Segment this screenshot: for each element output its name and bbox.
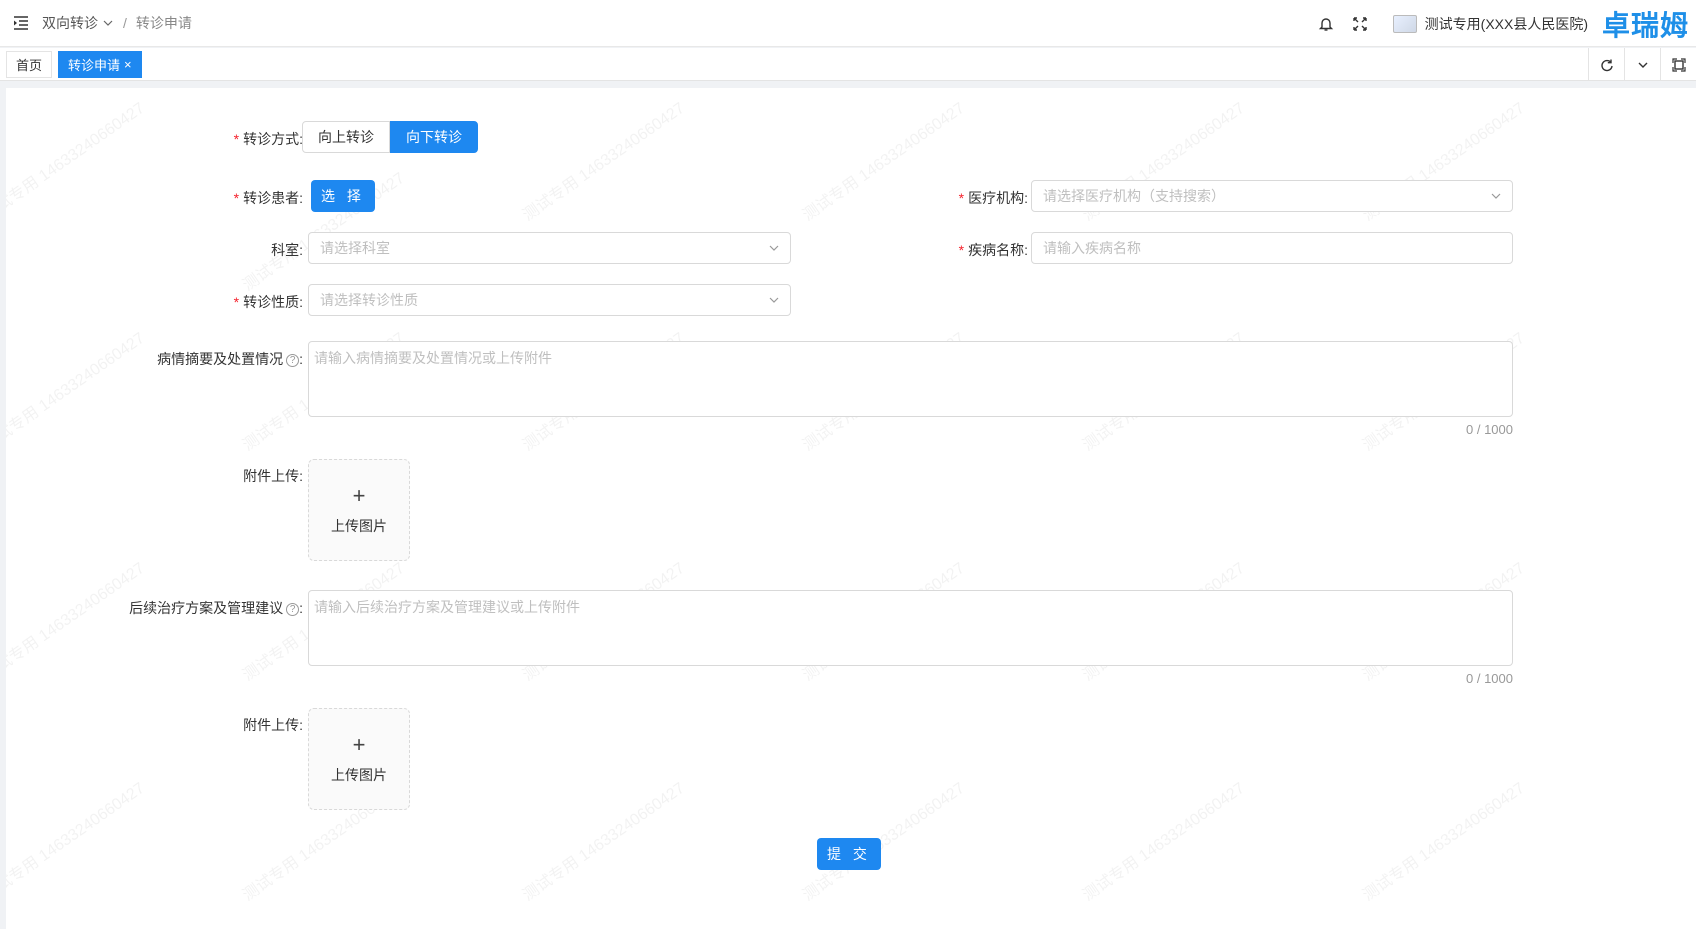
required-mark: * bbox=[958, 190, 965, 206]
nature-label: * 转诊性质: bbox=[234, 292, 303, 312]
attachment-label: 附件上传: bbox=[243, 717, 303, 733]
plan-label-colon: : bbox=[299, 600, 303, 616]
breadcrumb-separator: / bbox=[123, 15, 127, 31]
hospital-avatar[interactable] bbox=[1392, 14, 1417, 33]
transfer-mode-radio-group: 向上转诊 向下转诊 bbox=[302, 121, 478, 153]
tab-home[interactable]: 首页 bbox=[6, 50, 53, 78]
summary-textarea[interactable] bbox=[309, 342, 1512, 416]
tab-referral-application[interactable]: 转诊申请 × bbox=[58, 50, 142, 78]
watermark: 测试专用 14633240660427 bbox=[6, 329, 148, 455]
chevron-down-icon bbox=[769, 245, 779, 251]
patient-label: * 转诊患者: bbox=[234, 188, 303, 208]
watermark: 测试专用 14633240660427 bbox=[520, 99, 688, 225]
plan-textarea-wrapper bbox=[308, 590, 1513, 666]
select-patient-button[interactable]: 选 择 bbox=[311, 180, 375, 212]
question-circle-icon[interactable]: ? bbox=[286, 354, 300, 367]
transfer-up-radio[interactable]: 向上转诊 bbox=[302, 121, 390, 153]
chevron-down-icon bbox=[769, 297, 779, 303]
nature-label-text: 转诊性质: bbox=[243, 294, 303, 310]
disease-label: * 疾病名称: bbox=[959, 240, 1028, 260]
hospital-name[interactable]: 测试专用(XXX县人民医院) bbox=[1425, 14, 1588, 34]
brand-logo: 卓瑞姆 bbox=[1602, 9, 1690, 41]
plan-label: 后续治疗方案及管理建议?: bbox=[129, 598, 303, 618]
watermark: 测试专用 14633240660427 bbox=[6, 99, 148, 225]
upload-image-button[interactable]: + 上传图片 bbox=[308, 459, 410, 561]
plus-icon: + bbox=[352, 731, 366, 757]
summary-label-colon: : bbox=[299, 351, 303, 367]
disease-name-field[interactable] bbox=[1043, 240, 1501, 256]
plan-char-counter: 0 / 1000 bbox=[1466, 671, 1513, 686]
transfer-mode-label: * 转诊方式: bbox=[234, 129, 303, 149]
tab-referral-application-label: 转诊申请 bbox=[68, 57, 121, 73]
nature-select[interactable]: 请选择转诊性质 bbox=[308, 284, 791, 316]
institution-select[interactable]: 请选择医疗机构（支持搜索） bbox=[1031, 180, 1513, 212]
required-mark: * bbox=[233, 131, 240, 147]
bell-icon[interactable] bbox=[1309, 7, 1343, 41]
watermark: 测试专用 14633240660427 bbox=[6, 779, 148, 905]
department-placeholder: 请选择科室 bbox=[320, 240, 390, 256]
breadcrumb-item-referral-application: 转诊申请 bbox=[135, 15, 192, 31]
department-label: 科室: bbox=[271, 242, 303, 258]
chevron-down-icon[interactable] bbox=[102, 17, 114, 29]
required-mark: * bbox=[233, 190, 240, 206]
institution-label: * 医疗机构: bbox=[959, 188, 1028, 208]
maximize-icon[interactable] bbox=[1660, 48, 1696, 81]
watermark: 测试专用 14633240660427 bbox=[1360, 779, 1528, 905]
department-select[interactable]: 请选择科室 bbox=[308, 232, 791, 264]
fullscreen-icon[interactable] bbox=[1343, 7, 1377, 41]
upload-image-button[interactable]: + 上传图片 bbox=[308, 708, 410, 810]
top-header: 双向转诊 / 转诊申请 测试专用(XXX县人民医院) 卓瑞姆 bbox=[0, 0, 1696, 47]
required-mark: * bbox=[233, 294, 240, 310]
refresh-icon[interactable] bbox=[1588, 48, 1624, 81]
watermark: 测试专用 14633240660427 bbox=[520, 779, 688, 905]
chevron-down-icon[interactable] bbox=[1624, 48, 1660, 81]
question-circle-icon[interactable]: ? bbox=[286, 603, 300, 616]
tabs-actions bbox=[1588, 48, 1696, 81]
transfer-mode-label-text: 转诊方式: bbox=[243, 131, 303, 147]
disease-label-text: 疾病名称: bbox=[968, 242, 1028, 258]
watermark: 测试专用 14633240660427 bbox=[6, 559, 148, 685]
institution-placeholder: 请选择医疗机构（支持搜索） bbox=[1043, 188, 1225, 204]
tab-home-label: 首页 bbox=[16, 57, 43, 73]
upload-image-text: 上传图片 bbox=[331, 517, 387, 534]
submit-button[interactable]: 提 交 bbox=[817, 838, 881, 870]
attachment-label: 附件上传: bbox=[243, 468, 303, 484]
close-icon[interactable]: × bbox=[124, 57, 132, 72]
institution-label-text: 医疗机构: bbox=[968, 190, 1028, 206]
breadcrumb: 双向转诊 / 转诊申请 bbox=[42, 13, 192, 33]
required-mark: * bbox=[958, 242, 965, 258]
summary-label-text: 病情摘要及处置情况 bbox=[157, 351, 284, 367]
plan-textarea[interactable] bbox=[309, 591, 1512, 665]
menu-toggle-icon[interactable] bbox=[6, 8, 36, 38]
summary-textarea-wrapper bbox=[308, 341, 1513, 417]
main-content: 测试专用 14633240660427 测试专用 14633240660427 … bbox=[6, 88, 1696, 929]
disease-input[interactable] bbox=[1031, 232, 1513, 264]
watermark: 测试专用 14633240660427 bbox=[800, 99, 968, 225]
transfer-down-radio[interactable]: 向下转诊 bbox=[390, 121, 478, 153]
upload-image-text: 上传图片 bbox=[331, 766, 387, 783]
header-actions: 测试专用(XXX县人民医院) 卓瑞姆 bbox=[1309, 0, 1696, 47]
breadcrumb-item-two-way-referral[interactable]: 双向转诊 bbox=[42, 13, 98, 33]
patient-label-text: 转诊患者: bbox=[243, 190, 303, 206]
watermark: 测试专用 14633240660427 bbox=[1080, 779, 1248, 905]
chevron-down-icon bbox=[1491, 193, 1501, 199]
plus-icon: + bbox=[352, 482, 366, 508]
nature-placeholder: 请选择转诊性质 bbox=[320, 292, 418, 308]
summary-label: 病情摘要及处置情况?: bbox=[157, 349, 303, 369]
plan-label-text: 后续治疗方案及管理建议 bbox=[129, 600, 284, 616]
summary-char-counter: 0 / 1000 bbox=[1466, 422, 1513, 437]
tabs-bar: 首页 转诊申请 × bbox=[0, 48, 1696, 81]
